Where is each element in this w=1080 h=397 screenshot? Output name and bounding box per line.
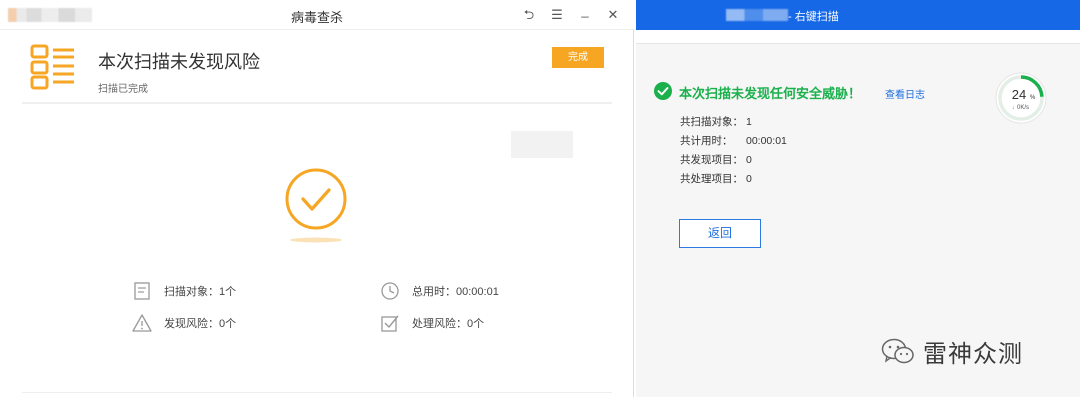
done-button[interactable]: 完成 bbox=[552, 47, 604, 68]
row-label: 共扫描对象： bbox=[680, 116, 743, 128]
risks-found-text: 发现风险：0个 bbox=[164, 318, 237, 330]
row-items-found: 共发现项目： 0 bbox=[680, 152, 752, 167]
stat-risks-found: 发现风险：0个 bbox=[132, 313, 236, 333]
right-titlebar: - 右键扫描 bbox=[636, 0, 1080, 30]
footer-divider bbox=[22, 392, 612, 393]
row-time-used: 共计用时： 00:00:01 bbox=[680, 133, 787, 148]
row-value: 0 bbox=[746, 173, 752, 185]
close-icon[interactable]: ✕ bbox=[604, 6, 622, 24]
document-icon bbox=[134, 282, 150, 300]
blurred-area bbox=[511, 131, 573, 158]
stat-risks-handled: 处理风险：0个 bbox=[380, 313, 484, 333]
clock-icon bbox=[381, 282, 399, 300]
watermark: 雷神众测 bbox=[881, 334, 1023, 369]
header-divider bbox=[22, 102, 612, 104]
row-value: 00:00:01 bbox=[746, 135, 787, 147]
wechat-icon bbox=[881, 338, 914, 363]
minimize-icon[interactable]: _ bbox=[576, 2, 594, 20]
speed-arrow-icon: ↓ bbox=[1012, 105, 1015, 111]
virus-scan-window: 病毒查杀 ⮌ ☰ _ ✕ 本次扫描未发现风险 扫描已完成 完成 扫描对象：1个 bbox=[0, 0, 634, 397]
total-time-text: 总用时：00:00:01 bbox=[412, 286, 499, 298]
scan-result-heading: 本次扫描未发现风险 bbox=[98, 52, 260, 72]
scan-status-text: 扫描已完成 bbox=[98, 84, 148, 95]
warning-icon bbox=[132, 314, 152, 332]
gauge-percent-sign: % bbox=[1030, 95, 1036, 101]
view-log-link[interactable]: 查看日志 bbox=[885, 86, 925, 101]
row-items-handled: 共处理项目： 0 bbox=[680, 171, 752, 186]
row-label: 共处理项目： bbox=[680, 173, 743, 185]
right-window-title: - 右键扫描 bbox=[788, 11, 839, 23]
window-title: 病毒查杀 bbox=[290, 10, 343, 25]
row-value: 0 bbox=[746, 154, 752, 166]
context-scan-window: - 右键扫描 本次扫描未发现任何安全威胁！ 查看日志 24 % 0K/s ↓ 共… bbox=[636, 0, 1080, 397]
stat-scan-objects: 扫描对象：1个 bbox=[132, 281, 236, 301]
back-arrow-icon[interactable]: ⮌ bbox=[520, 6, 538, 24]
menu-icon[interactable]: ☰ bbox=[548, 6, 566, 24]
stat-total-time: 总用时：00:00:01 bbox=[380, 281, 499, 301]
row-label: 共计用时： bbox=[680, 135, 733, 147]
watermark-text: 雷神众测 bbox=[923, 341, 1023, 368]
scan-report-icon bbox=[30, 44, 74, 90]
green-check-icon bbox=[654, 82, 672, 100]
risks-handled-text: 处理风险：0个 bbox=[412, 318, 485, 330]
row-scan-objects: 共扫描对象： 1 bbox=[680, 114, 752, 129]
left-titlebar: 病毒查杀 ⮌ ☰ _ ✕ bbox=[0, 0, 634, 30]
blurred-app-name bbox=[726, 9, 788, 21]
row-value: 1 bbox=[746, 116, 752, 128]
row-label: 共发现项目： bbox=[680, 154, 743, 166]
gauge-speed: 0K/s bbox=[1017, 105, 1029, 111]
success-check-icon bbox=[285, 168, 347, 243]
scan-objects-text: 扫描对象：1个 bbox=[164, 286, 237, 298]
toolbar-strip bbox=[636, 30, 1080, 44]
back-button[interactable]: 返回 bbox=[679, 219, 761, 248]
checkbox-icon bbox=[381, 315, 399, 332]
right-scan-heading: 本次扫描未发现任何安全威胁！ bbox=[679, 86, 862, 101]
gauge-percent: 24 bbox=[1012, 87, 1026, 102]
progress-gauge: 24 % 0K/s ↓ bbox=[995, 72, 1047, 124]
